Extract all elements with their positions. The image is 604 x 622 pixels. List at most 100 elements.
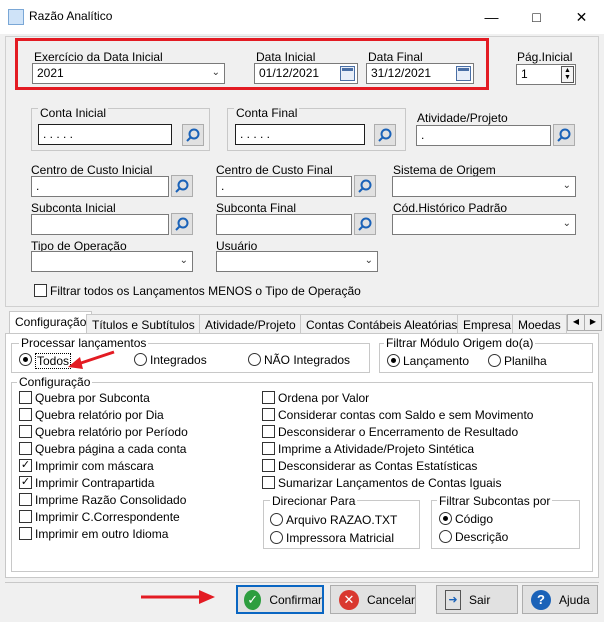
conta-final-search-button[interactable] xyxy=(374,124,396,146)
config-right-option-label: Desconsiderar o Encerramento de Resultad… xyxy=(278,425,519,439)
radio-arquivo-razao-label: Arquivo RAZAO.TXT xyxy=(286,513,398,527)
config-left-option-label: Imprimir em outro Idioma xyxy=(35,527,169,541)
ajuda-label: Ajuda xyxy=(559,592,590,607)
data-final-field[interactable]: 31/12/2021 xyxy=(366,63,474,84)
search-icon xyxy=(378,128,392,142)
cc-inicial-field[interactable]: . xyxy=(31,176,169,197)
config-left-option-label: Imprimir C.Correspondente xyxy=(35,510,180,524)
subconta-inicial-field[interactable] xyxy=(31,214,169,235)
filtrar-todos-checkbox[interactable] xyxy=(34,284,47,297)
cancelar-label: Cancelar xyxy=(366,592,415,607)
tab-titulos[interactable]: Títulos e Subtítulos xyxy=(86,314,201,334)
radio-integrados-label: Integrados xyxy=(150,353,207,367)
conta-inicial-search-button[interactable] xyxy=(182,124,204,146)
sair-button[interactable]: ➜ Sair xyxy=(436,585,518,614)
modulo-title: Filtrar Módulo Origem do(a) xyxy=(384,336,536,350)
radio-nao-integrados[interactable] xyxy=(248,353,261,366)
confirmar-button[interactable]: ✓ Confirmar xyxy=(236,585,324,614)
search-icon xyxy=(186,128,200,142)
radio-codigo-label: Código xyxy=(455,512,494,526)
calendar-icon[interactable] xyxy=(340,66,355,81)
tab-configuracao[interactable]: Configuração xyxy=(9,311,93,335)
config-left-option-checkbox[interactable] xyxy=(19,425,32,438)
sistema-origem-select[interactable]: ⌄ xyxy=(392,176,576,197)
cod-historico-label: Cód.Histórico Padrão xyxy=(393,201,508,215)
config-left-option-checkbox[interactable] xyxy=(19,408,32,421)
config-right-option-checkbox[interactable] xyxy=(262,391,275,404)
calendar-icon[interactable] xyxy=(456,66,471,81)
confirmar-label: Confirmar xyxy=(269,592,322,607)
config-right-option-label: Considerar contas com Saldo e sem Movime… xyxy=(278,408,534,422)
annotation-arrow-icon xyxy=(141,590,215,604)
subconta-final-label: Subconta Final xyxy=(216,201,297,215)
subconta-final-search-button[interactable] xyxy=(354,213,376,235)
config-left-option-checkbox[interactable]: ✓ xyxy=(19,459,32,472)
tab-moedas[interactable]: Moedas xyxy=(512,314,567,334)
config-right-option-checkbox[interactable] xyxy=(262,442,275,455)
conta-inicial-field[interactable]: . . . . . xyxy=(38,124,172,145)
pag-inicial-spinner[interactable]: 1 ▲ ▼ xyxy=(516,64,576,85)
minimize-button[interactable]: — xyxy=(469,0,514,34)
config-left-option-checkbox[interactable] xyxy=(19,493,32,506)
config-left-option-label: Quebra relatório por Dia xyxy=(35,408,164,422)
radio-planilha-label: Planilha xyxy=(504,354,547,368)
exercicio-select[interactable]: 2021 ⌄ xyxy=(32,63,225,84)
tab-atividade[interactable]: Atividade/Projeto xyxy=(199,314,302,334)
tab-scroll-left-button[interactable]: ◀ xyxy=(567,314,585,331)
config-right-option-checkbox[interactable] xyxy=(262,425,275,438)
tab-contas-aleatorias[interactable]: Contas Contábeis Aleatórias xyxy=(300,314,464,334)
radio-lancamento-label: Lançamento xyxy=(403,354,470,368)
exit-door-icon: ➜ xyxy=(445,589,461,610)
cc-inicial-search-button[interactable] xyxy=(171,175,193,197)
chevron-down-icon: ⌄ xyxy=(211,67,220,78)
config-left-option-checkbox[interactable] xyxy=(19,527,32,540)
spinner-arrows-icon[interactable]: ▲ ▼ xyxy=(561,66,574,83)
cc-final-field[interactable]: . xyxy=(216,176,352,197)
ajuda-button[interactable]: ? Ajuda xyxy=(522,585,598,614)
sair-label: Sair xyxy=(469,592,491,607)
config-left-option-checkbox[interactable] xyxy=(19,391,32,404)
config-right-option-checkbox[interactable] xyxy=(262,476,275,489)
radio-descricao[interactable] xyxy=(439,530,452,543)
radio-todos[interactable] xyxy=(19,353,32,366)
tab-empresa[interactable]: Empresa xyxy=(457,314,518,334)
tipo-operacao-select[interactable]: ⌄ xyxy=(31,251,193,272)
radio-impressora-matricial[interactable] xyxy=(270,531,283,544)
chevron-down-icon: ⌄ xyxy=(364,255,373,266)
config-left-option-checkbox[interactable] xyxy=(19,510,32,523)
subconta-inicial-search-button[interactable] xyxy=(171,213,193,235)
data-inicial-field[interactable]: 01/12/2021 xyxy=(254,63,358,84)
radio-codigo[interactable] xyxy=(439,512,452,525)
config-right-option-checkbox[interactable] xyxy=(262,408,275,421)
tab-scroll-right-button[interactable]: ▶ xyxy=(584,314,602,331)
help-icon: ? xyxy=(531,589,551,610)
config-right-option-checkbox[interactable] xyxy=(262,459,275,472)
subconta-inicial-label: Subconta Inicial xyxy=(31,201,116,215)
maximize-button[interactable]: □ xyxy=(514,0,559,34)
close-button[interactable]: ✕ xyxy=(559,0,604,34)
usuario-select[interactable]: ⌄ xyxy=(216,251,378,272)
cancelar-button[interactable]: ✕ Cancelar xyxy=(330,585,416,614)
conta-final-field[interactable]: . . . . . xyxy=(235,124,365,145)
config-title: Configuração xyxy=(17,375,93,389)
radio-arquivo-razao[interactable] xyxy=(270,513,283,526)
atividade-field[interactable]: . xyxy=(416,125,551,146)
cancel-icon: ✕ xyxy=(339,589,359,610)
radio-integrados[interactable] xyxy=(134,353,147,366)
config-left-option-checkbox[interactable]: ✓ xyxy=(19,476,32,489)
config-right-option-label: Sumarizar Lançamentos de Contas Iguais xyxy=(278,476,502,490)
config-left-option-label: Imprimir com máscara xyxy=(35,459,154,473)
search-icon xyxy=(358,217,372,231)
cc-final-search-button[interactable] xyxy=(354,175,376,197)
config-left-option-checkbox[interactable] xyxy=(19,442,32,455)
cod-historico-select[interactable]: ⌄ xyxy=(392,214,576,235)
data-final-label: Data Final xyxy=(368,50,423,64)
subconta-final-field[interactable] xyxy=(216,214,352,235)
chevron-down-icon: ⌄ xyxy=(562,180,571,191)
data-inicial-label: Data Inicial xyxy=(256,50,316,64)
radio-planilha[interactable] xyxy=(488,354,501,367)
filtrar-todos-label: Filtrar todos os Lançamentos MENOS o Tip… xyxy=(50,284,361,298)
radio-lancamento[interactable] xyxy=(387,354,400,367)
atividade-search-button[interactable] xyxy=(553,124,575,146)
chevron-down-icon: ⌄ xyxy=(179,255,188,266)
